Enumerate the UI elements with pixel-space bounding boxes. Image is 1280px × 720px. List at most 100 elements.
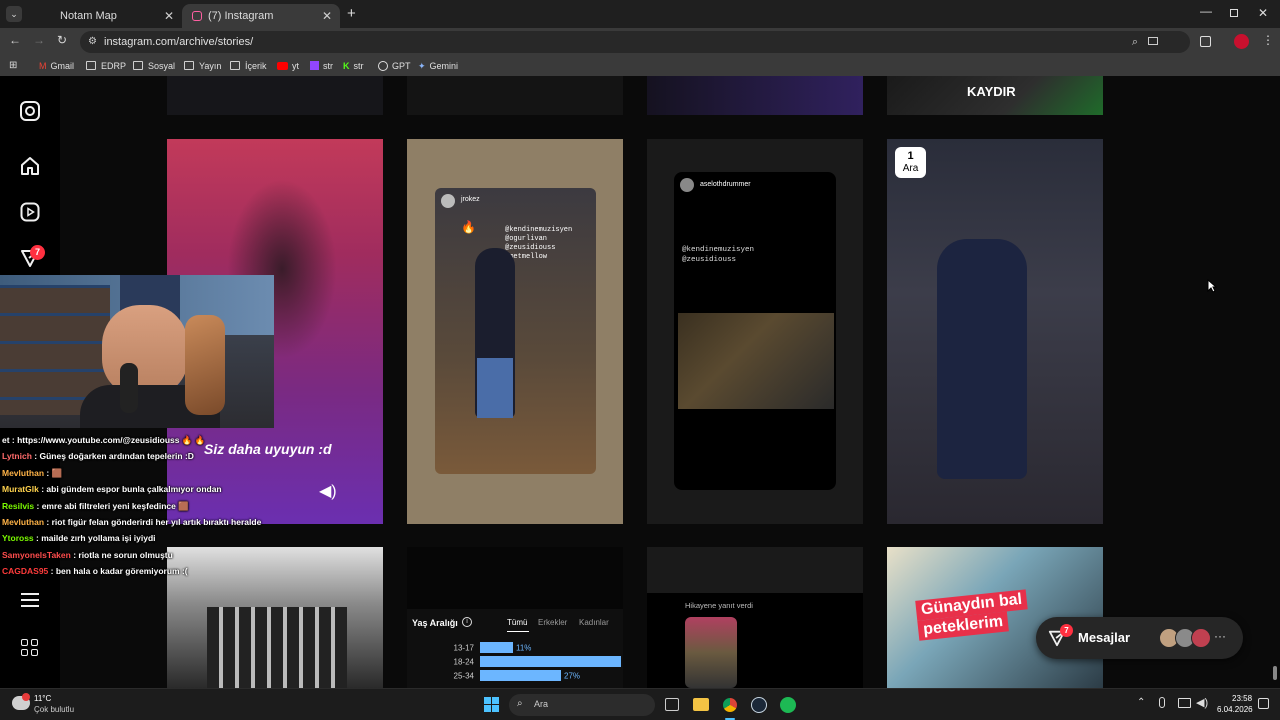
extensions-icon[interactable] (1200, 36, 1211, 47)
story-mention: @kendinemuzisyen (505, 226, 573, 234)
date-month: Ara (902, 163, 919, 174)
messages-label: Mesajlar (1078, 630, 1131, 645)
notifications-icon[interactable] (1258, 698, 1269, 709)
bookmark-icerik[interactable]: İçerik (230, 60, 267, 72)
network-icon[interactable] (1178, 698, 1191, 708)
bookmark-sosyal[interactable]: Sosyal (133, 60, 175, 72)
restore-icon[interactable] (1230, 9, 1238, 17)
bookmark-gpt[interactable]: GPT (378, 60, 411, 72)
age-bar-value: 27% (564, 672, 580, 681)
story-thumbnail[interactable]: 1 Ara (887, 139, 1103, 524)
back-icon[interactable]: ← (9, 33, 21, 47)
tab-bar: ⌄ Notam Map ✕ (7) Instagram ✕ + — ✕ (0, 0, 1280, 28)
search-icon: ⌕ (517, 698, 523, 709)
site-info-icon[interactable]: ⚙ (88, 31, 97, 53)
instagram-logo-icon[interactable] (20, 101, 40, 121)
story-thumbnail[interactable]: aselothdrummer @kendinemuzisyen @zeusidi… (647, 139, 863, 524)
home-icon[interactable] (20, 156, 40, 176)
weather-alert-badge (22, 693, 30, 701)
story-thumbnail[interactable] (167, 76, 383, 115)
story-mention: @ogurlivan (505, 235, 548, 243)
more-menu-icon[interactable] (21, 591, 39, 607)
story-thumbnail[interactable]: jrokez 🔥 @kendinemuzisyen @ogurlivan @ze… (407, 139, 623, 524)
menu-dots-icon[interactable]: ⋮ (1262, 33, 1274, 47)
conversation-avatar (1191, 628, 1211, 648)
folder-icon (86, 61, 96, 70)
reels-icon[interactable] (20, 202, 40, 222)
chat-message: SamyonelsTaken : riotla ne sorun olmuştu (2, 547, 362, 563)
chat-username: Mevluthan (2, 467, 45, 478)
messages-badge: 7 (1060, 624, 1073, 637)
bookmark-str-kick[interactable]: Kstr (343, 60, 364, 72)
start-button[interactable] (484, 697, 500, 713)
story-thumbnail[interactable] (407, 76, 623, 115)
bookmark-yayin[interactable]: Yayın (184, 60, 221, 72)
reload-icon[interactable]: ↻ (57, 33, 67, 47)
microphone-icon[interactable] (1159, 697, 1165, 708)
address-bar[interactable]: ⚙ instagram.com/archive/stories/ ⌕ (80, 31, 1190, 53)
messages-pill[interactable]: 7 Mesajlar ··· (1036, 617, 1243, 659)
cast-icon[interactable] (1148, 37, 1158, 45)
fire-emoji: 🔥 (461, 220, 476, 234)
chat-message: et : https://www.youtube.com/@zeusidious… (2, 432, 362, 448)
date-day: 1 (907, 150, 914, 162)
story-mention: @kendinemuzisyen (682, 246, 755, 254)
bookmark-gmail[interactable]: M Gmail (39, 60, 74, 72)
apps-grid-icon[interactable]: ⊞ (9, 60, 17, 71)
story-reply-preview (685, 617, 737, 688)
clock-date[interactable]: 6.04.2026 (1217, 705, 1253, 714)
tab-list-menu-button[interactable]: ⌄ (6, 6, 22, 22)
clock-time[interactable]: 23:58 (1232, 694, 1252, 703)
close-tab-icon[interactable]: ✕ (322, 4, 332, 28)
chat-username: SamyonelsTaken (2, 549, 71, 560)
tab-instagram[interactable]: (7) Instagram ✕ (182, 4, 340, 28)
chat-text: : riotla ne sorun olmuştu (70, 549, 173, 560)
mouse-cursor-icon (1207, 278, 1218, 298)
forward-icon[interactable]: → (33, 33, 45, 47)
story-sticker: Günaydın bal peteklerim (915, 589, 1030, 641)
story-thumbnail[interactable] (647, 76, 863, 115)
story-thumbnail[interactable]: KAYDIR (887, 76, 1103, 115)
profile-icon[interactable] (1234, 34, 1249, 49)
story-mention: @zeusidiouss (682, 256, 737, 264)
bookmark-edrp[interactable]: EDRP (86, 60, 126, 72)
more-avatars-icon: ··· (1214, 629, 1226, 643)
new-tab-button[interactable]: + (347, 5, 356, 22)
story-photo (678, 313, 834, 409)
story-username: aselothdrummer (700, 181, 751, 188)
folder-icon (133, 61, 143, 70)
chat-text: : https://www.youtube.com/@zeusidiouss 🔥… (9, 435, 206, 445)
close-tab-icon[interactable]: ✕ (164, 4, 174, 28)
chat-text: : emre abi filtreleri yeni keşfedince 🟫 (34, 500, 189, 511)
weather-desc: Çok bulutlu (34, 705, 75, 714)
search-placeholder: Ara (534, 699, 549, 709)
file-explorer-icon[interactable] (693, 698, 709, 711)
tab-notam-map[interactable]: Notam Map ✕ (36, 4, 182, 28)
bookmark-yt[interactable]: yt (277, 60, 299, 72)
chatgpt-icon (378, 61, 388, 71)
zoom-icon[interactable]: ⌕ (1132, 31, 1138, 53)
age-bar (480, 656, 621, 667)
bookmark-str-twitch[interactable]: str (310, 60, 333, 72)
taskbar-search[interactable]: ⌕ Ara (509, 694, 655, 716)
minimize-icon[interactable]: — (1200, 4, 1212, 18)
youtube-icon (277, 62, 288, 70)
task-view-icon[interactable] (665, 698, 679, 711)
page-scrollbar[interactable] (1270, 76, 1280, 688)
volume-icon[interactable]: ◀) (1196, 696, 1208, 709)
chat-text: : Güneş doğarken ardından tepelerin :D (31, 451, 194, 462)
chat-message: CAGDAS95 : ben hala o kadar göremiyorum … (2, 563, 362, 579)
bookmark-gemini[interactable]: ✦ Gemini (418, 60, 458, 72)
chat-username: et (2, 435, 10, 445)
close-window-icon[interactable]: ✕ (1258, 6, 1268, 20)
chrome-icon[interactable] (722, 697, 738, 713)
streamer-webcam (0, 275, 274, 428)
age-range-panel: Yaş Aralığı i Tümü Erkekler Kadınlar 13-… (407, 609, 623, 688)
story-thumbnail[interactable]: Hikayene yanıt verdi (647, 547, 863, 688)
story-insights-thumbnail[interactable]: Yaş Aralığı i Tümü Erkekler Kadınlar 13-… (407, 547, 623, 688)
also-from-meta-icon[interactable] (21, 639, 39, 657)
chat-message: Mevluthan : riot figür felan gönderirdi … (2, 514, 362, 530)
spotify-icon[interactable] (780, 697, 796, 713)
steam-icon[interactable] (751, 697, 767, 713)
show-hidden-icons[interactable]: ⌃ (1137, 697, 1145, 708)
